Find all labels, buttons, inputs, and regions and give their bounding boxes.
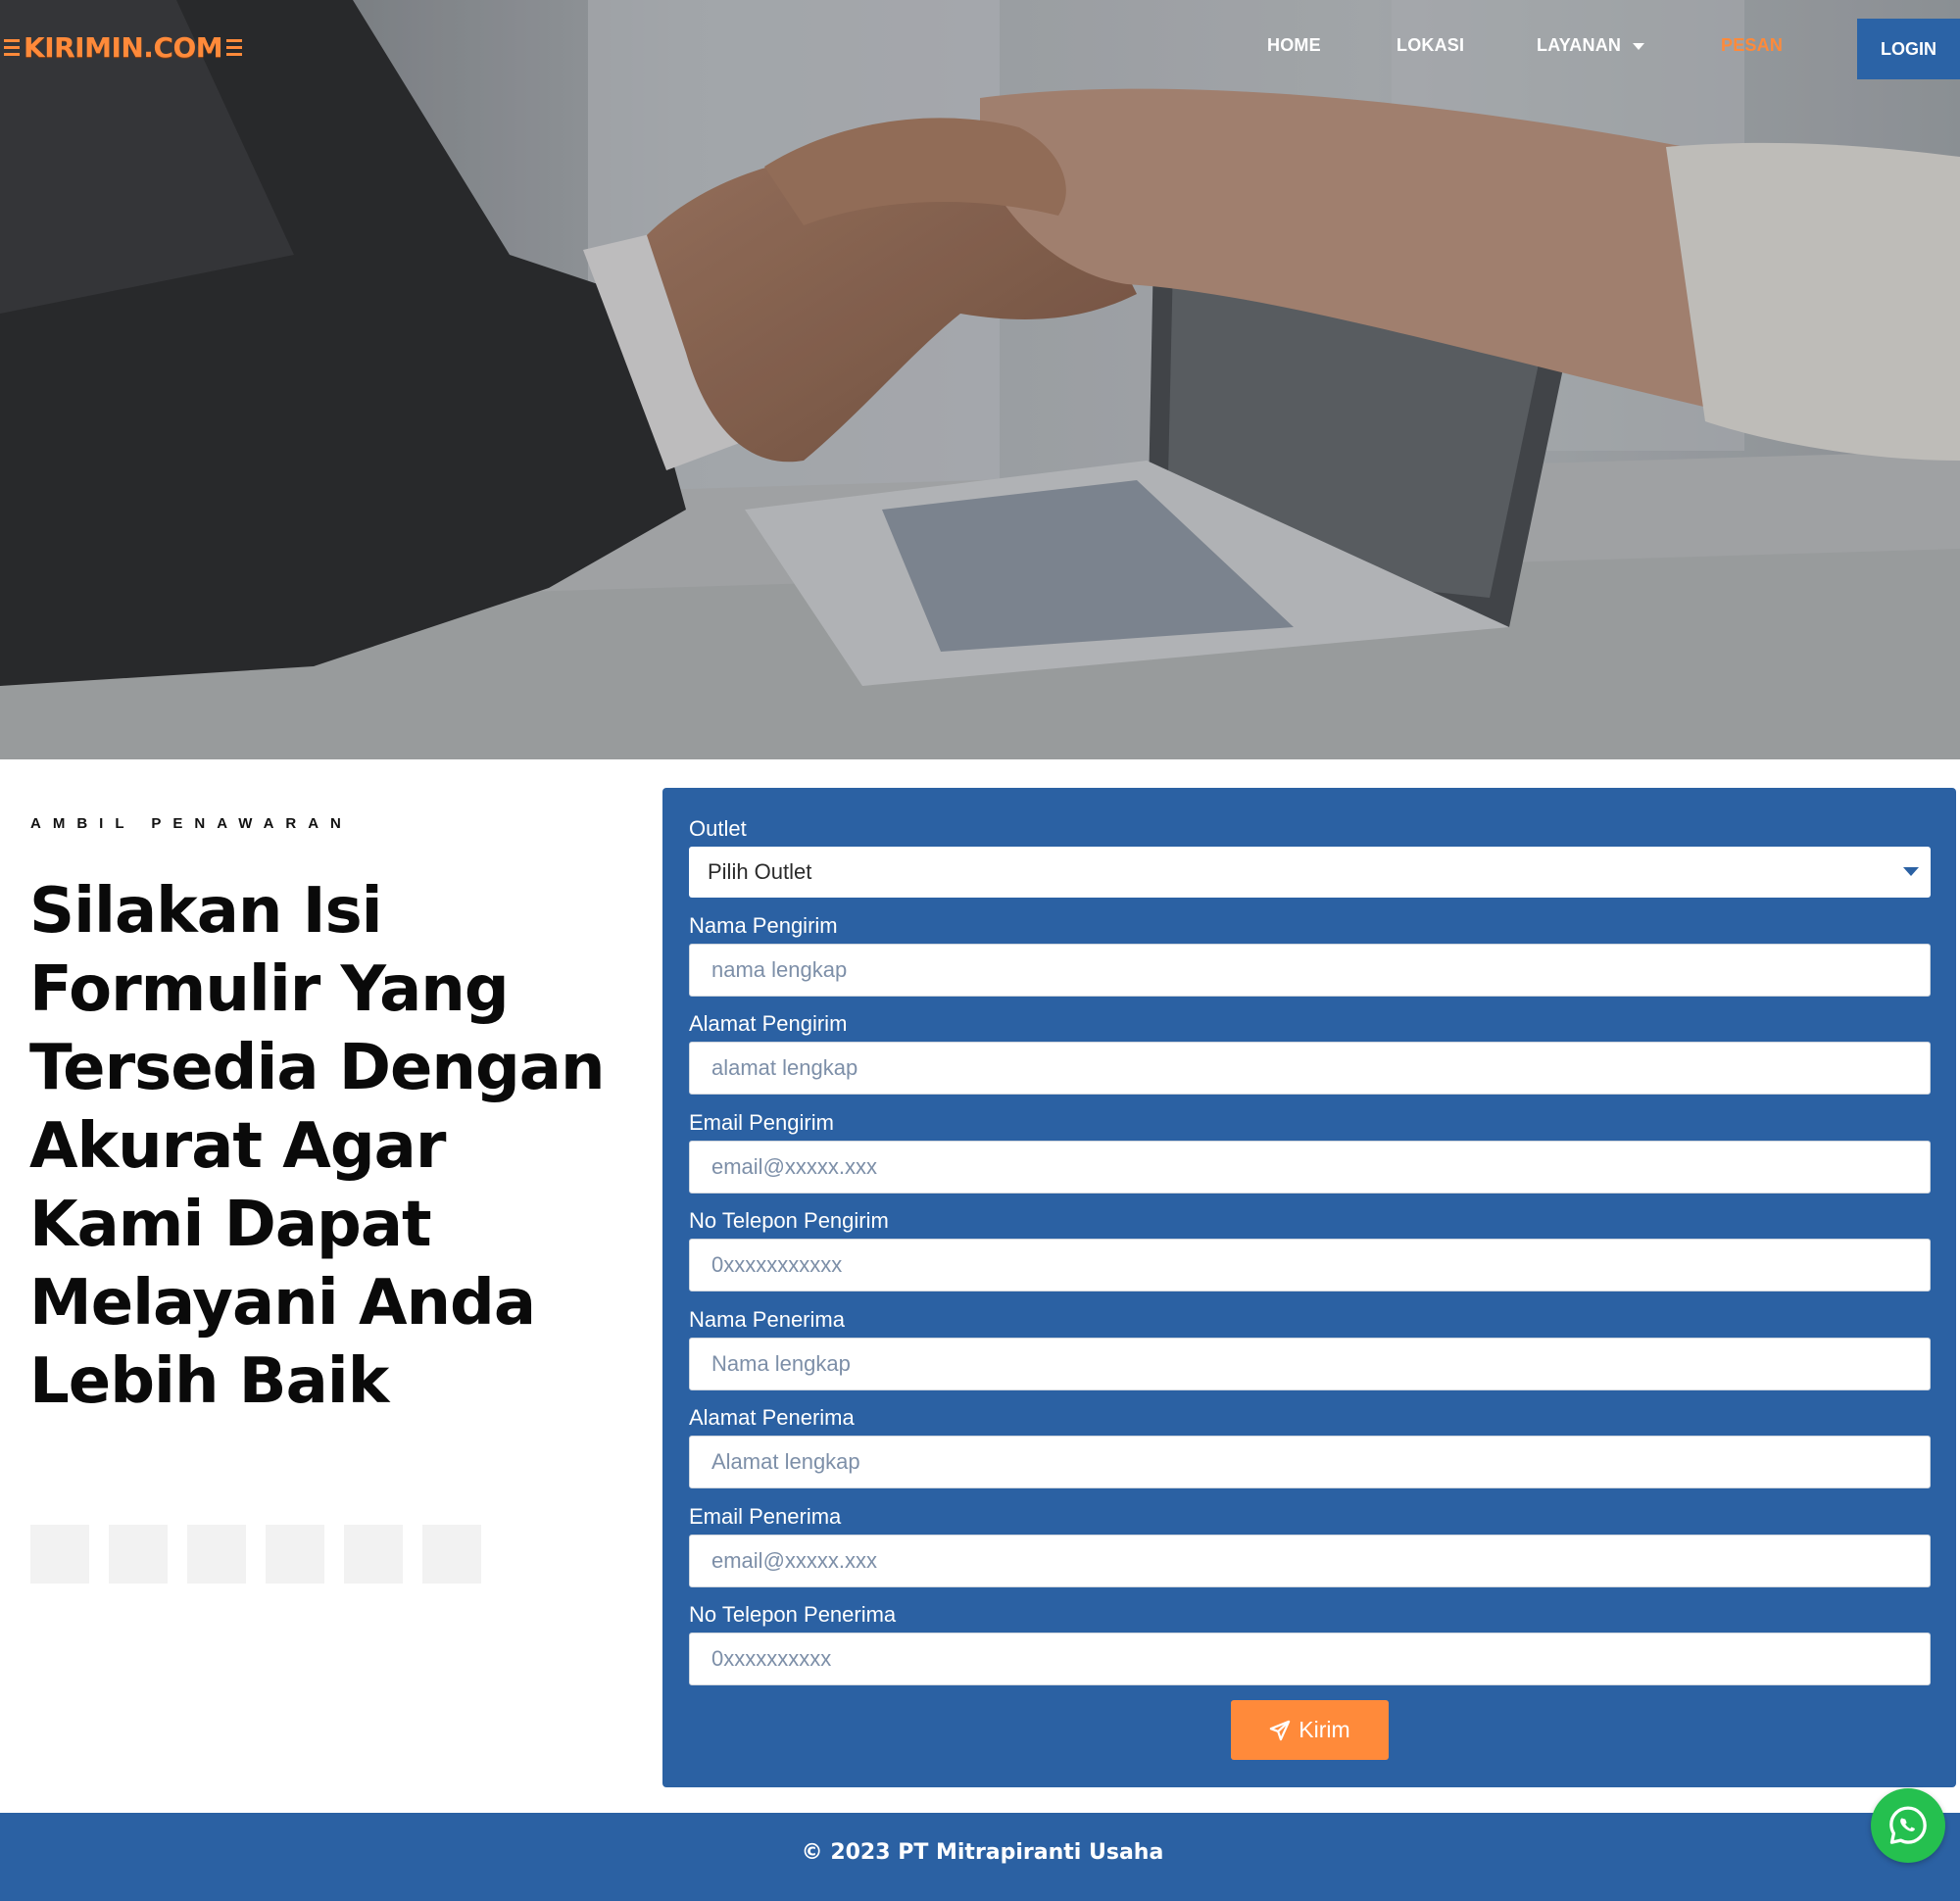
outlet-select[interactable]: Pilih Outlet [689,847,1931,898]
section-eyebrow: AMBIL PENAWARAN [30,815,353,832]
nav-layanan-label: LAYANAN [1537,35,1622,55]
sender-phone-label: No Telepon Pengirim [689,1208,889,1233]
whatsapp-button[interactable] [1871,1788,1945,1863]
recipient-address-label: Alamat Penerima [689,1405,855,1430]
recipient-phone-label: No Telepon Penerima [689,1602,897,1627]
sender-phone-input[interactable] [689,1239,1931,1292]
sender-name-input[interactable] [689,944,1931,997]
social-placeholder-5[interactable] [344,1525,403,1584]
social-icons-row [30,1525,481,1584]
sender-name-label: Nama Pengirim [689,913,838,938]
sender-email-label: Email Pengirim [689,1110,834,1135]
social-placeholder-1[interactable] [30,1525,89,1584]
outlet-label: Outlet [689,816,747,841]
recipient-address-input[interactable] [689,1436,1931,1488]
shipping-form: Outlet Pilih Outlet Nama Pengirim Alamat… [662,788,1956,1787]
recipient-name-label: Nama Penerima [689,1307,845,1332]
submit-button[interactable]: Kirim [1231,1700,1389,1760]
top-navbar: KIRIMIN.COM HOME LOKASI LAYANAN PESAN LO… [0,0,1960,98]
sender-address-label: Alamat Pengirim [689,1011,848,1036]
social-placeholder-6[interactable] [422,1525,481,1584]
sender-email-input[interactable] [689,1141,1931,1194]
recipient-email-input[interactable] [689,1535,1931,1587]
footer: © 2023 PT Mitrapiranti Usaha [0,1813,1960,1901]
logo-left-bars [4,39,20,56]
footer-copyright: © 2023 PT Mitrapiranti Usaha [801,1840,1164,1865]
nav-layanan[interactable]: LAYANAN [1537,35,1645,56]
logo-text: KIRIMIN.COM [24,31,223,64]
recipient-name-input[interactable] [689,1338,1931,1390]
recipient-phone-input[interactable] [689,1633,1931,1685]
login-button[interactable]: LOGIN [1857,19,1960,79]
social-placeholder-4[interactable] [266,1525,324,1584]
nav-pesan[interactable]: PESAN [1721,35,1783,56]
paper-plane-icon [1270,1720,1291,1740]
chevron-down-icon [1903,867,1919,876]
section-headline: Silakan Isi Formulir Yang Tersedia Denga… [29,875,606,1418]
site-logo[interactable]: KIRIMIN.COM [4,31,243,64]
whatsapp-icon [1889,1806,1927,1844]
social-placeholder-3[interactable] [187,1525,246,1584]
logo-right-bars [226,39,243,56]
recipient-email-label: Email Penerima [689,1504,842,1529]
chevron-down-icon [1633,42,1645,50]
social-placeholder-2[interactable] [109,1525,168,1584]
outlet-select-value: Pilih Outlet [708,859,812,884]
handshake-photo [0,0,1960,759]
submit-button-label: Kirim [1298,1717,1350,1742]
nav-home[interactable]: HOME [1267,35,1321,56]
hero-image [0,0,1960,759]
sender-address-input[interactable] [689,1042,1931,1095]
nav-lokasi[interactable]: LOKASI [1396,35,1464,56]
